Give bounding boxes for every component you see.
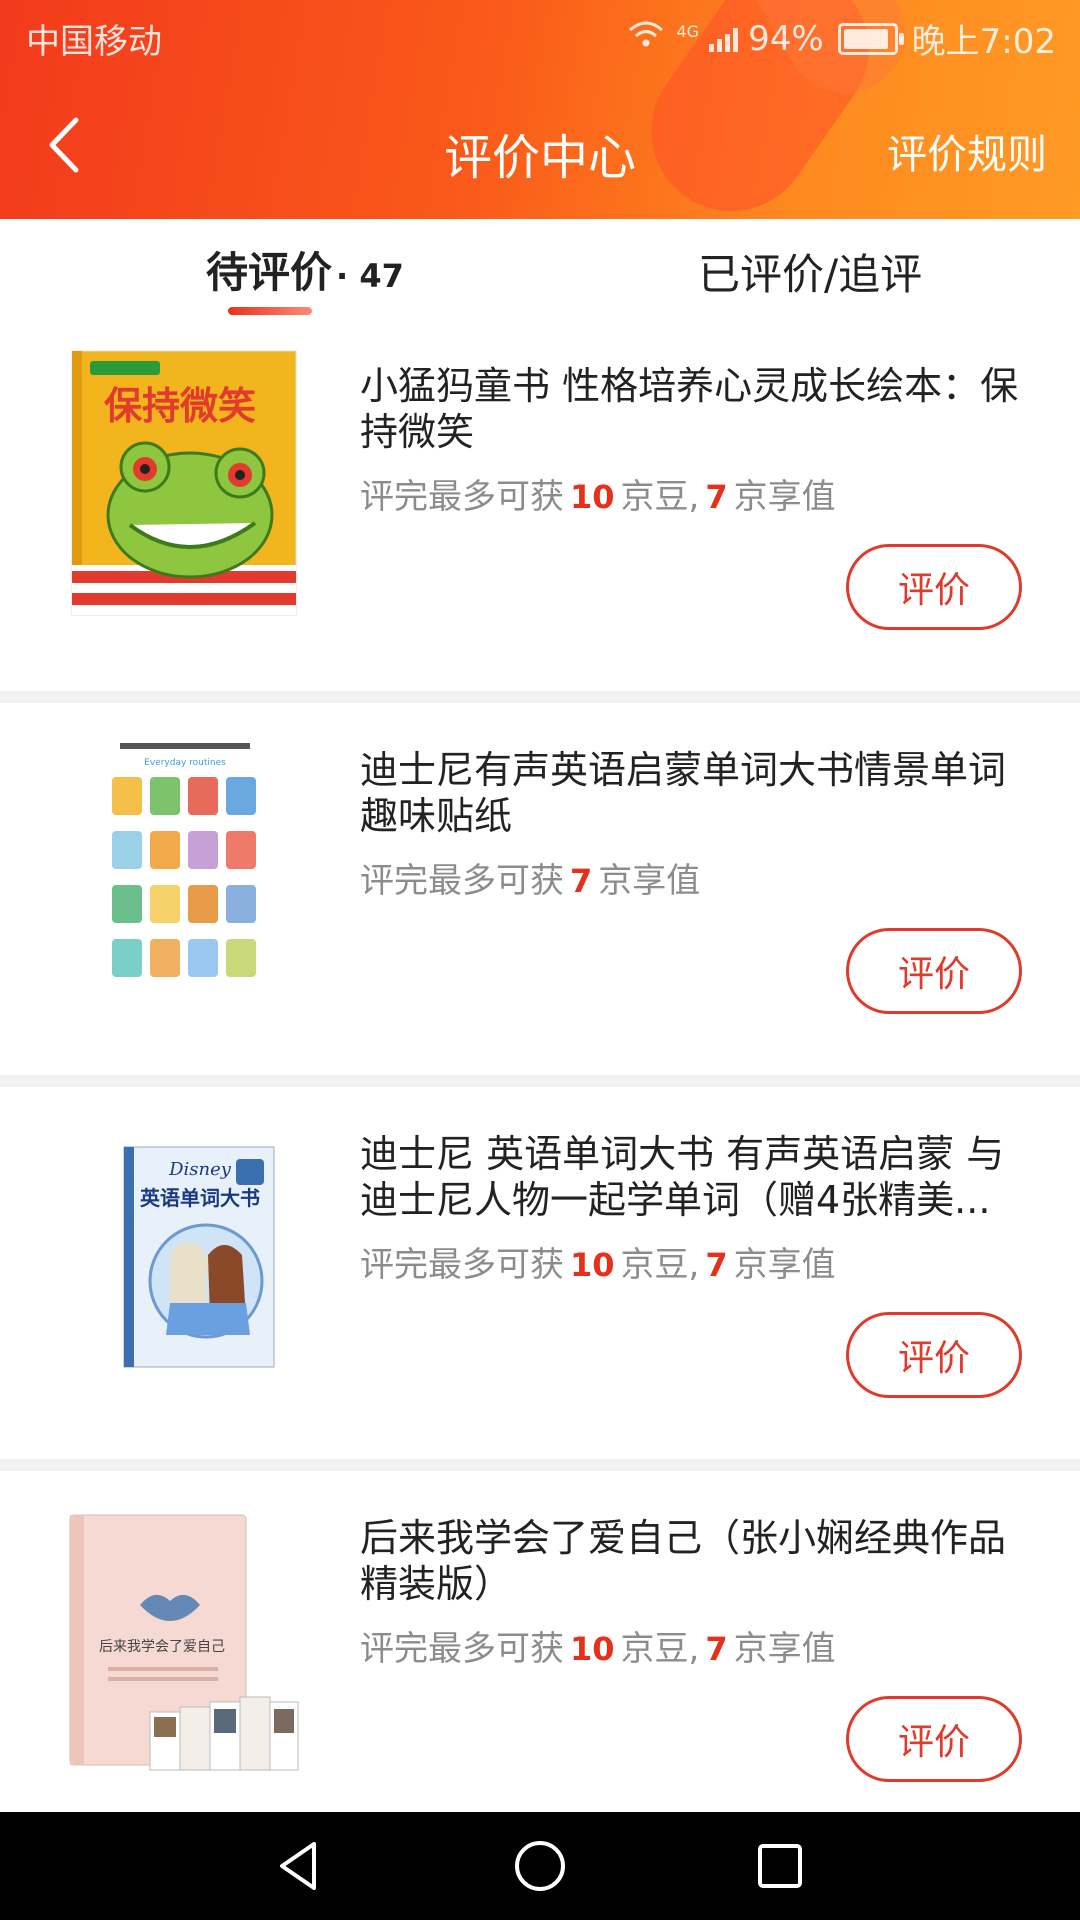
value-unit: 京享值: [733, 1245, 836, 1285]
review-list: 保持微笑 小猛犸童书 性格培养心灵成长绘本：保持微笑 评完最多可获 10 京豆, 7 京…: [0, 319, 1080, 1843]
wifi-icon: [626, 20, 666, 58]
reward-prefix: 评完最多可获: [360, 477, 564, 517]
value-count: 7: [570, 862, 593, 900]
reward-info: 评完最多可获 7 京享值: [360, 853, 700, 902]
system-nav-bar: [0, 1812, 1080, 1920]
book-cover-image[interactable]: 保持微笑: [50, 345, 310, 625]
tab-pending[interactable]: 待评价 · 47: [206, 239, 404, 300]
reward-prefix: 评完最多可获: [360, 861, 564, 901]
back-triangle-icon[interactable]: [270, 1836, 330, 1896]
value-count: 7: [705, 1246, 728, 1284]
clock: 晚上7:02: [911, 22, 1056, 62]
list-item: 保持微笑 小猛犸童书 性格培养心灵成长绘本：保持微笑 评完最多可获 10 京豆, 7 京…: [0, 319, 1080, 691]
list-item: 后来我学会了爱自己 后来我学会了爱自己（张小娴经典作品精装版） 评完最多可获 10…: [0, 1471, 1080, 1843]
review-rules-link[interactable]: 评价规则: [887, 122, 1047, 180]
book-cover-image[interactable]: 后来我学会了爱自己: [50, 1497, 310, 1777]
divider: [0, 691, 1080, 703]
beans-unit: 京豆,: [620, 1629, 700, 1669]
battery-icon: [837, 22, 904, 55]
divider: [0, 1075, 1080, 1087]
list-item: Disney 英语单词大书 迪士尼 英语单词大书 有声英语启蒙 与迪士尼人物一起…: [0, 1087, 1080, 1459]
divider: [0, 1459, 1080, 1471]
status-icons: 4G 94% 晚上7:02: [626, 14, 1056, 63]
value-unit: 京享值: [733, 1629, 836, 1669]
review-button[interactable]: 评价: [846, 544, 1022, 630]
value-count: 7: [705, 1630, 728, 1668]
reward-info: 评完最多可获 10 京豆, 7 京享值: [360, 469, 836, 518]
reward-prefix: 评完最多可获: [360, 1245, 564, 1285]
book-cover-image[interactable]: Disney 英语单词大书: [50, 1113, 310, 1393]
header-bar: 中国移动 4G 94% 晚上7:02 评价中心 评价规则: [0, 0, 1080, 219]
home-circle-icon[interactable]: [510, 1836, 570, 1896]
list-item: Everyday routines 迪士尼有声英语启蒙单词大书情景单词趣味贴纸 …: [0, 703, 1080, 1075]
tab-reviewed[interactable]: 已评价/追评: [698, 241, 922, 302]
product-title[interactable]: 后来我学会了爱自己（张小娴经典作品精装版）: [360, 1515, 1032, 1607]
tab-pending-count: · 47: [336, 257, 404, 295]
battery-percent: 94%: [748, 18, 824, 59]
value-unit: 京享值: [733, 477, 836, 517]
reward-prefix: 评完最多可获: [360, 1629, 564, 1669]
beans-unit: 京豆,: [620, 1245, 700, 1285]
active-tab-indicator: [228, 307, 312, 315]
network-type: 4G: [676, 22, 700, 41]
cover-title: 后来我学会了爱自己: [99, 1639, 225, 1655]
beans-count: 10: [570, 1246, 615, 1284]
beans-count: 10: [570, 1630, 615, 1668]
signal-icon: [709, 26, 739, 52]
product-title[interactable]: 迪士尼有声英语启蒙单词大书情景单词趣味贴纸: [360, 747, 1032, 839]
product-title[interactable]: 迪士尼 英语单词大书 有声英语启蒙 与迪士尼人物一起学单词（赠4张精美...: [360, 1131, 1032, 1223]
cover-title: 保持微笑: [104, 384, 256, 428]
carrier-label: 中国移动: [26, 22, 162, 62]
svg-text:Disney: Disney: [168, 1159, 232, 1180]
beans-count: 10: [570, 478, 615, 516]
reward-info: 评完最多可获 10 京豆, 7 京享值: [360, 1237, 836, 1286]
status-bar: 中国移动 4G 94% 晚上7:02: [0, 14, 1080, 64]
value-count: 7: [705, 478, 728, 516]
cover-title: Everyday routines: [144, 758, 226, 768]
value-unit: 京享值: [598, 861, 701, 901]
review-button[interactable]: 评价: [846, 1696, 1022, 1782]
recents-square-icon[interactable]: [750, 1836, 810, 1896]
cover-title: 英语单词大书: [140, 1186, 260, 1210]
review-button[interactable]: 评价: [846, 928, 1022, 1014]
tab-pending-label: 待评价: [206, 248, 333, 297]
product-title[interactable]: 小猛犸童书 性格培养心灵成长绘本：保持微笑: [360, 363, 1032, 455]
review-button[interactable]: 评价: [846, 1312, 1022, 1398]
book-cover-image[interactable]: Everyday routines: [50, 729, 310, 1009]
beans-unit: 京豆,: [620, 477, 700, 517]
reward-info: 评完最多可获 10 京豆, 7 京享值: [360, 1621, 836, 1670]
tab-bar: 待评价 · 47 已评价/追评: [0, 219, 1080, 319]
